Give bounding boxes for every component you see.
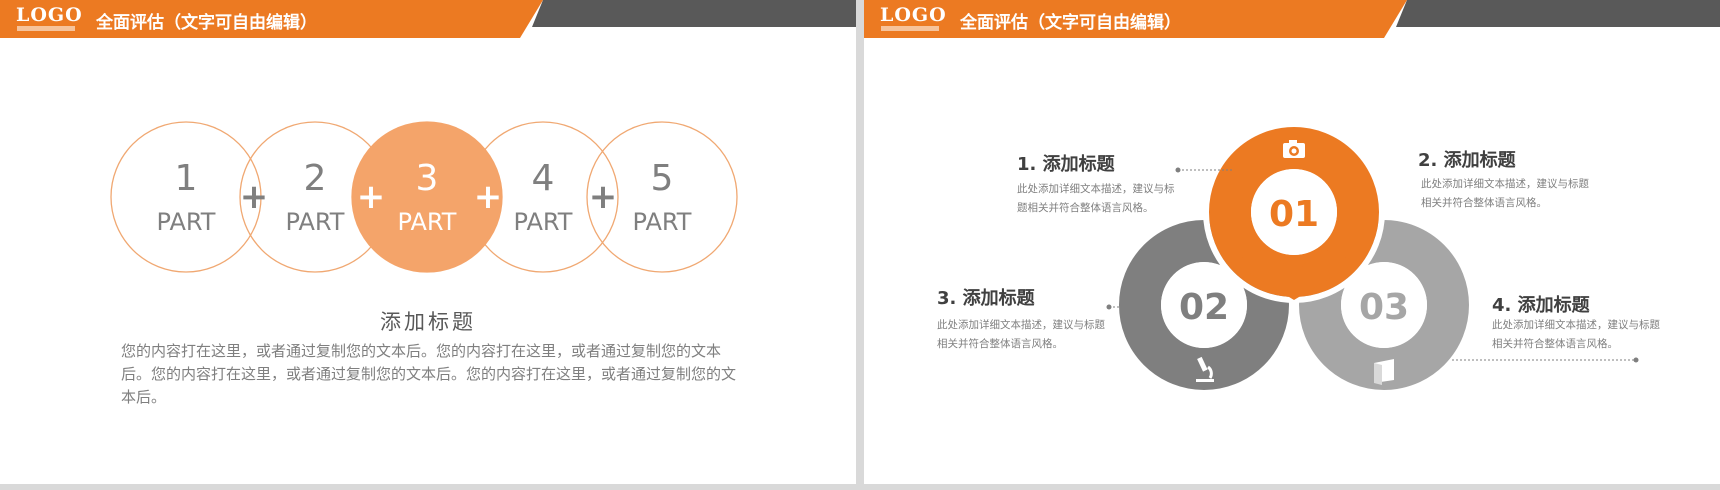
part-number-1: 1 bbox=[175, 158, 198, 199]
item-title-2: 2. 添加标题 bbox=[1418, 150, 1516, 171]
item-title-3: 3. 添加标题 bbox=[937, 288, 1035, 309]
plus-sign-1: + bbox=[240, 177, 269, 217]
item-title-4: 4. 添加标题 bbox=[1492, 295, 1590, 316]
item-desc-1: 此处添加详细文本描述，建议与标题相关并符合整体语言风格。 bbox=[1017, 183, 1175, 214]
parts-diagram: + + + + 1 2 3 4 5 PART PART PART PART PA… bbox=[110, 121, 738, 273]
item-desc-4: 此处添加详细文本描述，建议与标题相关并符合整体语言风格。 bbox=[1492, 319, 1660, 350]
leader-dot-1 bbox=[1175, 167, 1181, 173]
ring-number-02: 02 bbox=[1179, 287, 1229, 328]
part-label-4: PART bbox=[514, 208, 573, 236]
part-number-2: 2 bbox=[304, 158, 327, 199]
plus-sign-3: + bbox=[474, 177, 503, 217]
slide-2: LOGO 全面评估（文字可自由编辑） 01 02 03 1. 添加标题 此处添加… bbox=[864, 0, 1720, 484]
item-title-1: 1. 添加标题 bbox=[1017, 154, 1115, 175]
part-number-4: 4 bbox=[532, 158, 555, 199]
ring-number-03: 03 bbox=[1359, 287, 1409, 328]
part-label-3: PART bbox=[398, 208, 457, 236]
plus-sign-2: + bbox=[357, 177, 386, 217]
part-label-5: PART bbox=[633, 208, 692, 236]
part-label-2: PART bbox=[286, 208, 345, 236]
plus-sign-4: + bbox=[589, 177, 618, 217]
slide-1: LOGO 全面评估（文字可自由编辑） + + + + 1 2 3 4 5 PAR… bbox=[0, 0, 856, 484]
body-text: 您的内容打在这里，或者通过复制您的文本后。您的内容打在这里，或者通过复制您的文本… bbox=[121, 342, 737, 406]
part-number-3: 3 bbox=[416, 158, 439, 199]
leader-dot-4 bbox=[1633, 357, 1639, 363]
item-desc-3: 此处添加详细文本描述，建议与标题相关并符合整体语言风格。 bbox=[937, 319, 1105, 350]
ring-diagram: 01 02 03 bbox=[1106, 121, 1639, 390]
ring-number-01: 01 bbox=[1269, 194, 1319, 235]
item-desc-2: 此处添加详细文本描述，建议与标题相关并符合整体语言风格。 bbox=[1421, 178, 1589, 209]
leader-dot-3 bbox=[1106, 304, 1112, 310]
body-title: 添加标题 bbox=[380, 310, 476, 334]
part-label-1: PART bbox=[157, 208, 216, 236]
part-number-5: 5 bbox=[651, 158, 674, 199]
